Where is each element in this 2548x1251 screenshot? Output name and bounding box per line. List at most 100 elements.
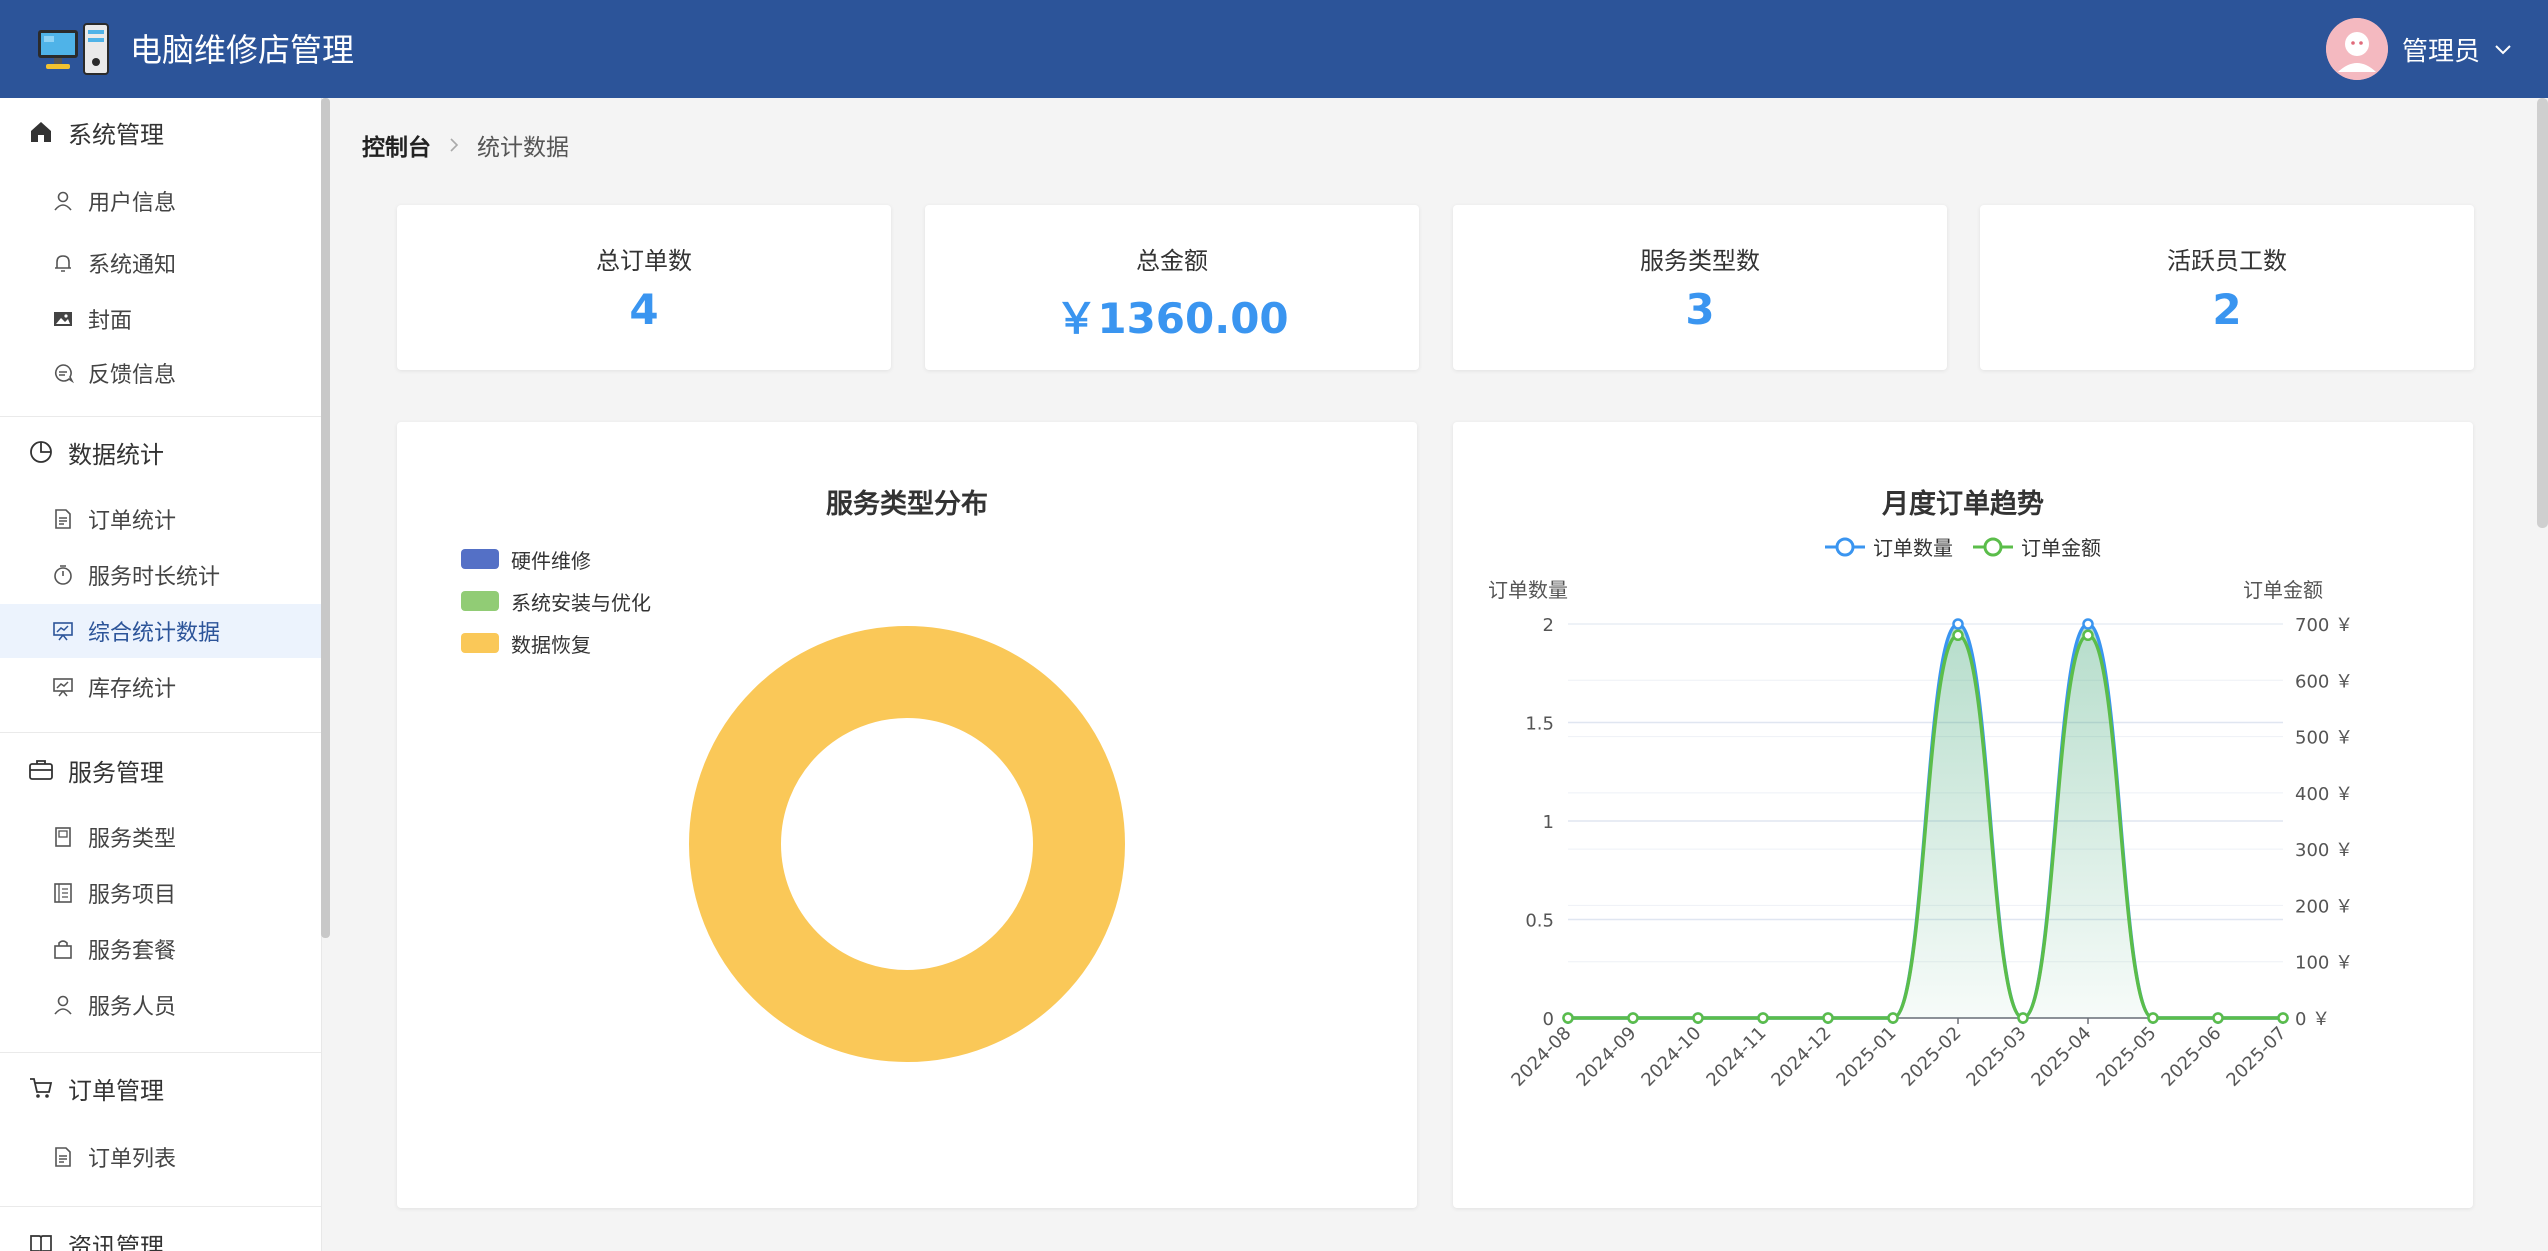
- bag-icon: [54, 940, 72, 959]
- sidebar-group-statistics[interactable]: 数据统计: [0, 424, 321, 480]
- stat-value: ￥1360.00: [1055, 294, 1289, 343]
- sidebar-scrollbar[interactable]: [321, 98, 330, 938]
- y-tick-label-right: 100 ￥: [2295, 953, 2353, 974]
- sidebar-item-cover[interactable]: 封面: [0, 292, 321, 346]
- sidebar-divider: [0, 732, 321, 733]
- sidebar-item-service-type[interactable]: 服务类型: [0, 810, 321, 864]
- sidebar-item-service-staff[interactable]: 服务人员: [0, 978, 321, 1032]
- document-icon: [55, 509, 71, 529]
- user-menu[interactable]: 管理员: [2325, 18, 2514, 80]
- y-tick-label-right: 200 ￥: [2295, 896, 2353, 917]
- x-tick-label: 2025-06: [2157, 1023, 2225, 1091]
- data-point: [1952, 618, 1964, 630]
- document-icon: [55, 1147, 71, 1167]
- service-type-distribution-panel: 服务类型分布 硬件维修 系统安装与优化 数据恢复: [397, 422, 1417, 1208]
- x-tick-label: 2025-05: [2092, 1023, 2160, 1091]
- legend-swatch: [461, 549, 499, 569]
- data-point: [1757, 1012, 1769, 1024]
- legend-swatch: [461, 633, 499, 653]
- legend-item[interactable]: 数据恢复: [461, 622, 651, 664]
- sidebar-item-service-package[interactable]: 服务套餐: [0, 922, 321, 976]
- data-point: [1627, 1012, 1639, 1024]
- y-tick-label-left: 2: [1543, 615, 1554, 636]
- stat-card-total-orders: 总订单数 4: [397, 205, 891, 370]
- sidebar-item-order-list[interactable]: 订单列表: [0, 1130, 321, 1184]
- breadcrumb-current: 统计数据: [477, 135, 569, 161]
- sidebar-group-service[interactable]: 服务管理: [0, 742, 321, 798]
- computer-repair-logo-icon: [38, 23, 109, 75]
- stat-card-total-amount: 总金额 ￥1360.00: [925, 205, 1419, 370]
- briefcase-icon: [29, 760, 53, 780]
- sidebar-item-inventory-stats[interactable]: 库存统计: [0, 660, 321, 714]
- monthly-order-trend-panel: 月度订单趋势 订单数量 订单金额 0 0.5 1 1.5 2 0 ￥ 100 ￥ 200 ￥ 3…: [1453, 422, 2473, 1208]
- breadcrumb-home[interactable]: 控制台: [362, 128, 431, 162]
- user-name[interactable]: 管理员: [2402, 31, 2480, 68]
- presentation-icon: [53, 678, 73, 697]
- stat-label: 总金额: [1136, 247, 1208, 275]
- x-tick-label: 2025-04: [2027, 1023, 2095, 1091]
- y-tick-label-right: 500 ￥: [2295, 728, 2353, 749]
- sidebar-item-service-duration[interactable]: 服务时长统计: [0, 548, 321, 602]
- book-icon: [30, 1235, 52, 1251]
- y-tick-label-right: 0 ￥: [2295, 1009, 2330, 1030]
- y-tick-label-left: 0.5: [1525, 911, 1554, 932]
- stat-card-active-staff: 活跃员工数 2: [1980, 205, 2474, 370]
- presentation-icon: [53, 622, 73, 641]
- y-axis-label-right: 订单金额: [2243, 578, 2323, 602]
- y-tick-label-right: 300 ￥: [2295, 840, 2353, 861]
- legend-label: 系统安装与优化: [511, 590, 651, 615]
- user-icon: [54, 995, 72, 1015]
- main-scrollbar[interactable]: [2537, 98, 2548, 528]
- stat-value: 4: [629, 285, 659, 334]
- stat-label: 活跃员工数: [2167, 247, 2287, 275]
- stopwatch-icon: [54, 565, 72, 585]
- sidebar-group-orders[interactable]: 订单管理: [0, 1060, 321, 1116]
- sidebar-item-notice[interactable]: 系统通知: [0, 236, 321, 290]
- chevron-down-icon[interactable]: [2492, 38, 2514, 60]
- image-icon: [54, 312, 72, 326]
- stat-label: 服务类型数: [1640, 247, 1760, 275]
- y-tick-label-right: 700 ￥: [2295, 615, 2353, 636]
- legend-item[interactable]: 硬件维修: [461, 538, 651, 580]
- data-point: [2017, 1012, 2029, 1024]
- legend-label: 数据恢复: [511, 632, 591, 657]
- sidebar: 系统管理 用户信息 系统通知 封面 反馈信息 数据统计 订单统计 服务时长统计 …: [0, 98, 322, 1251]
- data-point: [1822, 1012, 1834, 1024]
- data-point: [1692, 1012, 1704, 1024]
- sidebar-item-comprehensive-stats[interactable]: 综合统计数据: [0, 604, 321, 658]
- x-tick-label: 2025-01: [1832, 1023, 1900, 1091]
- line-chart: 0 0.5 1 1.5 2 0 ￥ 100 ￥ 200 ￥ 300 ￥ 400 ￥ 500 ￥ 600…: [1488, 578, 2353, 1091]
- sidebar-item-order-stats[interactable]: 订单统计: [0, 492, 321, 546]
- sidebar-item-service-item[interactable]: 服务项目: [0, 866, 321, 920]
- x-tick-label: 2025-02: [1897, 1023, 1965, 1091]
- y-tick-label-left: 0: [1543, 1009, 1554, 1030]
- pie-legend: 硬件维修 系统安装与优化 数据恢复: [461, 538, 651, 664]
- sidebar-item-feedback[interactable]: 反馈信息: [0, 346, 321, 400]
- breadcrumb: 控制台 统计数据: [362, 128, 569, 162]
- sidebar-group-news[interactable]: 资讯管理: [0, 1216, 321, 1251]
- x-tick-label: 2025-03: [1962, 1023, 2030, 1091]
- data-point: [1952, 629, 1964, 642]
- sidebar-group-system[interactable]: 系统管理: [0, 104, 321, 160]
- avatar[interactable]: [2325, 18, 2388, 80]
- y-tick-label-left: 1.5: [1525, 714, 1554, 735]
- list-icon: [54, 883, 72, 903]
- legend-item[interactable]: 系统安装与优化: [461, 580, 651, 622]
- data-point: [2147, 1012, 2159, 1024]
- data-point: [1562, 1012, 1574, 1024]
- x-tick-label: 2024-09: [1572, 1023, 1640, 1091]
- bell-icon: [55, 255, 71, 272]
- home-icon: [31, 122, 51, 142]
- legend-swatch: [461, 591, 499, 611]
- avatar-face-icon: [2325, 18, 2388, 80]
- y-tick-label-right: 600 ￥: [2295, 671, 2353, 692]
- x-tick-label: 2025-07: [2222, 1023, 2290, 1091]
- app-title: 电脑维修店管理: [130, 31, 355, 69]
- sidebar-item-user-info[interactable]: 用户信息: [0, 174, 321, 228]
- x-tick-label: 2024-10: [1637, 1023, 1705, 1091]
- x-tick-label: 2024-12: [1767, 1023, 1835, 1091]
- data-point: [2082, 629, 2094, 642]
- data-point: [2212, 1012, 2224, 1024]
- x-tick-label: 2024-08: [1507, 1023, 1575, 1091]
- top-header: 电脑维修店管理 管理员: [0, 0, 2548, 98]
